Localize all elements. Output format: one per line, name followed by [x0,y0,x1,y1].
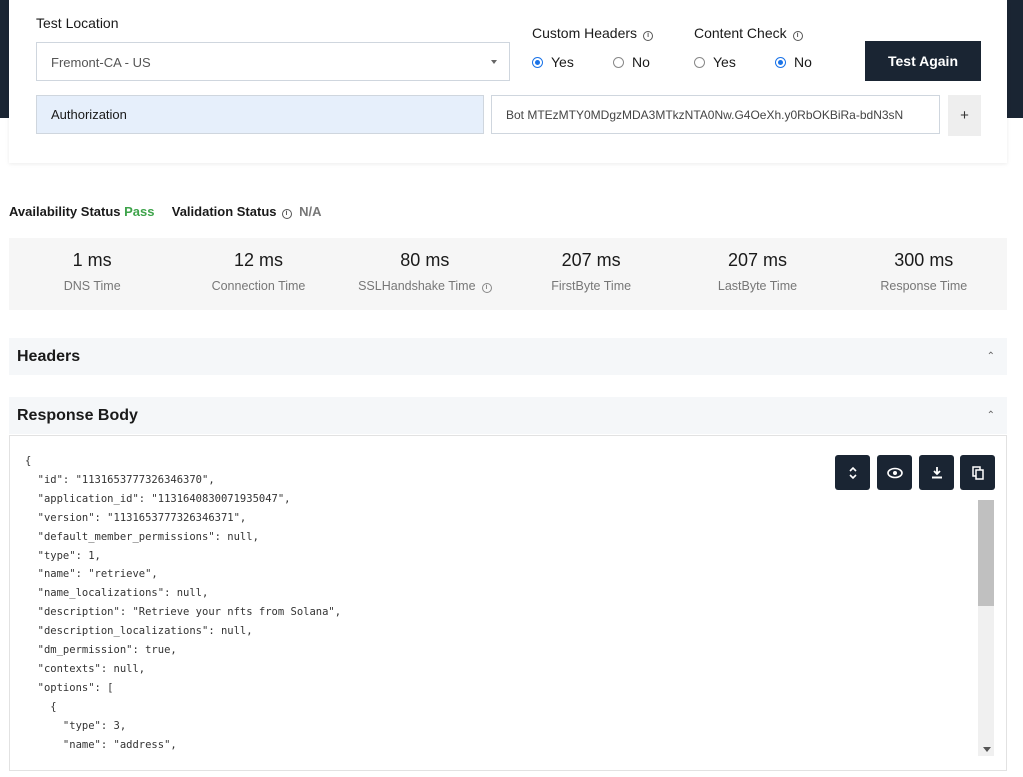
download-button[interactable] [919,455,954,490]
add-header-button[interactable]: + [948,95,981,136]
copy-icon [971,465,984,480]
metric-label: FirstByte Time [551,279,632,293]
info-icon[interactable]: i [281,209,292,219]
response-body-scrollbar[interactable] [978,500,994,756]
code-line: "name": "address", [25,738,177,751]
code-line: "type": 3, [25,719,127,732]
radio-selected-icon [775,56,786,68]
metric-lastbyte-time: 207 ms LastByte Time [674,238,840,310]
copy-button[interactable] [960,455,995,490]
content-check-yes-radio[interactable]: Yes [694,54,736,70]
code-line: "name_localizations": null, [25,587,209,600]
metric-sslhandshake-time: 80 ms SSLHandshake Time i [342,238,508,310]
response-body-section-toggle[interactable]: Response Body ⌃ [9,397,1007,434]
metric-value: 207 ms [561,250,621,270]
radio-unselected-icon [694,56,705,68]
content-check-no-radio[interactable]: No [775,54,812,70]
metric-value: 300 ms [894,250,954,270]
scrollbar-thumb[interactable] [978,500,994,606]
code-line: "dm_permission": true, [25,644,177,657]
download-icon [931,467,942,479]
response-body-section-title: Response Body [17,407,138,424]
test-location-label: Test Location [36,15,119,31]
code-line: "version": "1131653777326346371", [25,511,247,524]
content-check-label: Content Check i [694,25,803,41]
response-body-code: { "id": "1131653777326346370", "applicat… [25,452,341,755]
chevron-down-icon [491,60,497,64]
metric-label: LastByte Time [717,279,798,293]
eye-icon [886,467,903,478]
header-value-input[interactable]: Bot MTEzMTY0MDgzMDA3MTkzNTA0Nw.G4OeXh.y0… [491,95,940,134]
availability-status-value: Pass [124,204,155,219]
metric-dns-time: 1 ms DNS Time [9,238,175,310]
validation-status-value: N/A [299,204,322,219]
code-line: "default_member_permissions": null, [25,530,259,543]
chevron-up-icon: ⌃ [986,410,995,421]
code-line: "contexts": null, [25,662,146,675]
metric-label: Response Time [880,279,968,293]
metric-label: DNS Time [63,279,121,293]
code-line: "id": "1131653777326346370", [25,473,215,486]
code-line: { [25,455,32,467]
info-icon[interactable]: i [643,31,654,41]
radio-unselected-icon [613,56,624,68]
expand-collapse-icon [848,466,857,479]
chevron-up-icon: ⌃ [986,351,995,362]
headers-section-title: Headers [17,348,81,365]
test-location-select[interactable]: Fremont-CA - US [36,42,510,81]
metric-label: Connection Time [211,279,306,293]
expand-collapse-button[interactable] [835,455,870,490]
code-line: { [25,700,57,713]
metric-connection-time: 12 ms Connection Time [175,238,341,310]
metric-value: 80 ms [400,250,450,270]
info-icon[interactable]: i [481,283,492,293]
scroll-down-arrow-icon[interactable] [983,747,991,752]
radio-selected-icon [532,56,543,68]
metric-firstbyte-time: 207 ms FirstByte Time [508,238,674,310]
test-again-button[interactable]: Test Again [865,41,981,81]
timing-metrics: 1 ms DNS Time 12 ms Connection Time 80 m… [9,238,1007,310]
custom-headers-label: Custom Headers i [532,25,654,41]
custom-headers-no-radio[interactable]: No [613,54,650,70]
metric-value: 207 ms [727,250,787,270]
info-icon[interactable]: i [792,31,803,41]
validation-status-label: Validation Status [171,204,277,219]
metric-value: 12 ms [233,250,283,270]
code-line: "options": [ [25,681,114,694]
test-config-card: Test Location Fremont-CA - US Custom Hea… [9,0,1007,163]
test-location-value: Fremont-CA - US [51,55,151,70]
headers-section-toggle[interactable]: Headers ⌃ [9,338,1007,375]
metric-value: 1 ms [72,250,112,270]
code-line: "description": "Retrieve your nfts from … [25,606,342,619]
code-line: "application_id": "1131640830071935047", [25,492,291,505]
code-line: "name": "retrieve", [25,568,158,581]
custom-headers-yes-radio[interactable]: Yes [532,54,574,70]
header-key-input[interactable]: Authorization [36,95,484,134]
availability-status-label: Availability Status [9,204,121,219]
metric-label: SSLHandshake Time i [342,279,508,293]
view-button[interactable] [877,455,912,490]
code-line: "type": 1, [25,549,101,562]
response-body-panel: { "id": "1131653777326346370", "applicat… [9,435,1007,771]
status-row: Availability Status Pass Validation Stat… [9,204,322,219]
code-line: "description_localizations": null, [25,625,253,638]
metric-response-time: 300 ms Response Time [841,238,1007,310]
